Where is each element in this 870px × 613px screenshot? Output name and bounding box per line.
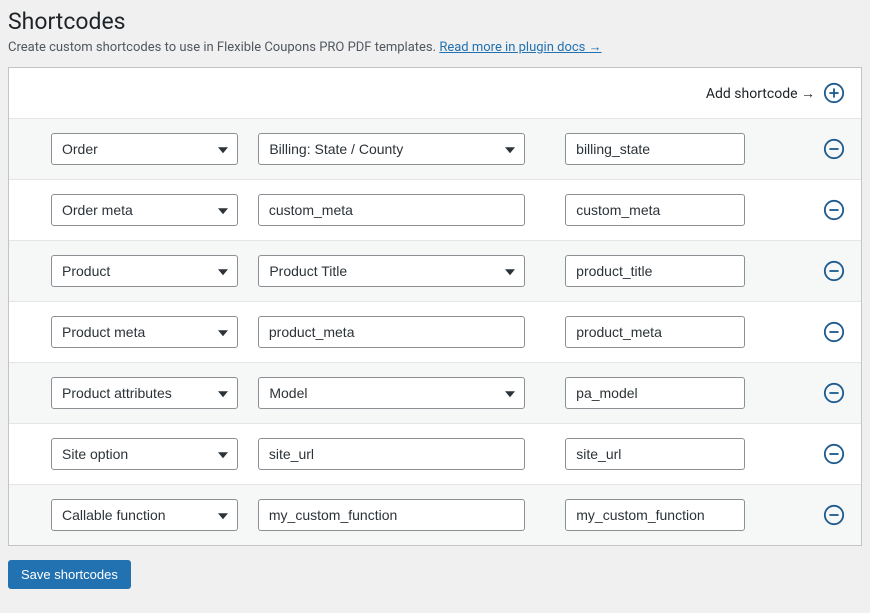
shortcode-name-input[interactable]: [565, 377, 745, 409]
minus-circle-icon: [823, 504, 845, 526]
minus-circle-icon: [823, 321, 845, 343]
type-select-wrap: Product attributes: [51, 377, 238, 409]
field-input[interactable]: [258, 194, 525, 226]
page-subtitle: Create custom shortcodes to use in Flexi…: [8, 39, 862, 55]
minus-circle-icon: [823, 260, 845, 282]
shortcode-row: Product Product Title: [9, 240, 861, 301]
shortcode-name-input[interactable]: [565, 438, 745, 470]
field-select-wrap: Billing: State / County: [258, 133, 525, 165]
save-button[interactable]: Save shortcodes: [8, 560, 131, 589]
type-select-wrap: Order meta: [51, 194, 238, 226]
minus-circle-icon: [823, 443, 845, 465]
shortcode-name-input[interactable]: [565, 133, 745, 165]
minus-circle-icon: [823, 382, 845, 404]
type-select-wrap: Site option: [51, 438, 238, 470]
page-title: Shortcodes: [8, 8, 862, 35]
remove-row-button[interactable]: [823, 321, 845, 343]
type-select[interactable]: Product attributes: [51, 377, 238, 409]
minus-circle-icon: [823, 138, 845, 160]
field-select-wrap: Model: [258, 377, 525, 409]
shortcodes-panel: Add shortcode → Order Billing: State / Co…: [8, 67, 862, 546]
type-select[interactable]: Product: [51, 255, 238, 287]
type-select[interactable]: Order meta: [51, 194, 238, 226]
type-select-wrap: Product: [51, 255, 238, 287]
shortcode-name-input[interactable]: [565, 316, 745, 348]
docs-link[interactable]: Read more in plugin docs →: [439, 40, 601, 55]
field-select[interactable]: Product Title: [258, 255, 525, 287]
remove-row-button[interactable]: [823, 260, 845, 282]
remove-row-button[interactable]: [823, 504, 845, 526]
shortcode-row: Product meta: [9, 301, 861, 362]
type-select[interactable]: Order: [51, 133, 238, 165]
add-shortcode-label: Add shortcode →: [706, 85, 815, 102]
type-select-wrap: Product meta: [51, 316, 238, 348]
save-row: Save shortcodes: [8, 546, 862, 603]
shortcode-row: Product attributes Model: [9, 362, 861, 423]
type-select[interactable]: Callable function: [51, 499, 238, 531]
shortcode-name-input[interactable]: [565, 194, 745, 226]
field-select-wrap: Product Title: [258, 255, 525, 287]
field-input[interactable]: [258, 499, 525, 531]
type-select[interactable]: Site option: [51, 438, 238, 470]
remove-row-button[interactable]: [823, 382, 845, 404]
page-subtitle-text: Create custom shortcodes to use in Flexi…: [8, 40, 439, 55]
plus-circle-icon: [823, 82, 845, 104]
shortcode-name-input[interactable]: [565, 255, 745, 287]
type-select[interactable]: Product meta: [51, 316, 238, 348]
minus-circle-icon: [823, 199, 845, 221]
field-select[interactable]: Model: [258, 377, 525, 409]
shortcode-row: Callable function: [9, 484, 861, 545]
shortcode-name-input[interactable]: [565, 499, 745, 531]
shortcode-row: Site option: [9, 423, 861, 484]
remove-row-button[interactable]: [823, 443, 845, 465]
remove-row-button[interactable]: [823, 138, 845, 160]
add-shortcode-button[interactable]: Add shortcode →: [9, 68, 861, 118]
shortcode-row: Order meta: [9, 179, 861, 240]
remove-row-button[interactable]: [823, 199, 845, 221]
field-select[interactable]: Billing: State / County: [258, 133, 525, 165]
field-input[interactable]: [258, 316, 525, 348]
shortcode-row: Order Billing: State / County: [9, 118, 861, 179]
type-select-wrap: Order: [51, 133, 238, 165]
field-input[interactable]: [258, 438, 525, 470]
type-select-wrap: Callable function: [51, 499, 238, 531]
